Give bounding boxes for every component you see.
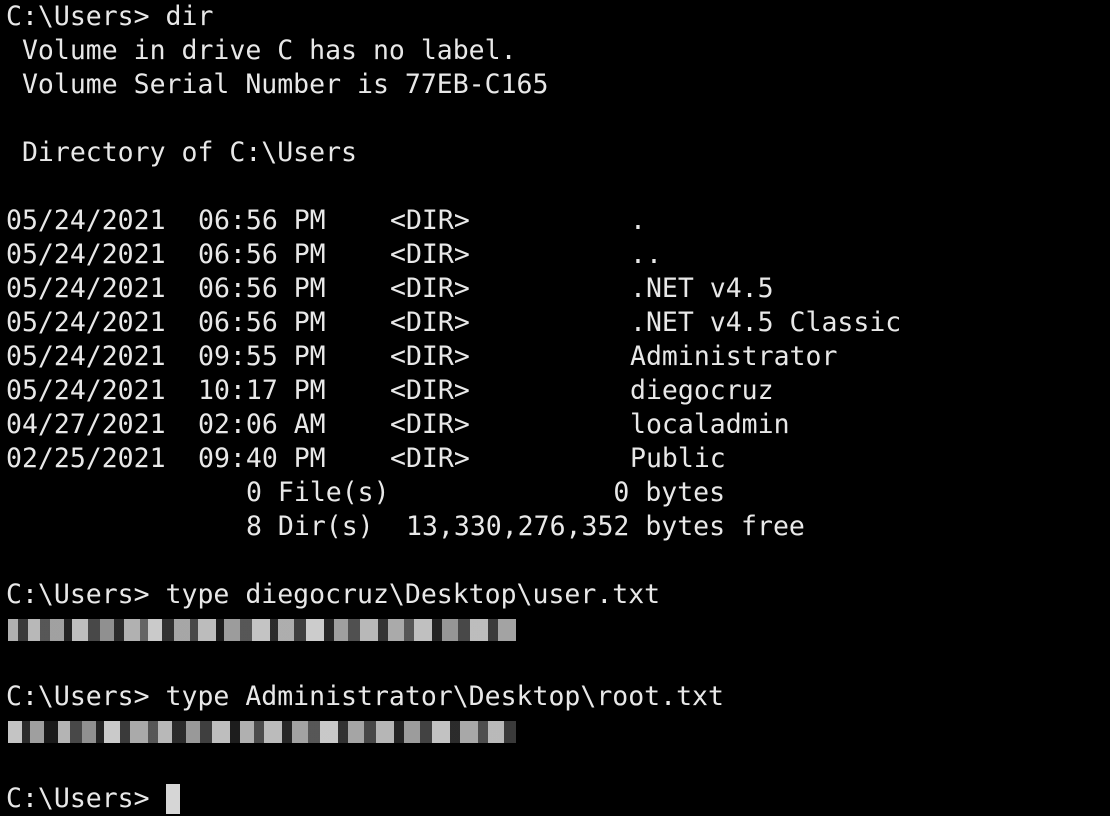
current-prompt-line[interactable]: C:\Users> [6,782,1110,816]
entry-time: 06:56 PM [198,273,326,304]
command-text: type Administrator\Desktop\root.txt [165,681,724,712]
dir-entry-row: 05/24/2021 06:56 PM <DIR> .NET v4.5 [6,272,1110,306]
pixelated-redaction [8,619,516,641]
text-cursor [165,784,180,814]
redacted-root-flag [6,714,1110,748]
dirs-free-space: 13,330,276,352 bytes free [406,511,805,542]
command-line-type-user: C:\Users> type diegocruz\Desktop\user.tx… [6,578,1110,612]
dir-entry-row: 05/24/2021 06:56 PM <DIR> .. [6,238,1110,272]
entry-type: <DIR> [390,409,470,440]
dir-entry-row: 05/24/2021 09:55 PM <DIR> Administrator [6,340,1110,374]
entry-date: 05/24/2021 [6,205,166,236]
entry-time: 10:17 PM [198,375,326,406]
entry-time: 06:56 PM [198,239,326,270]
entry-name: diegocruz [630,375,774,406]
entry-time: 09:40 PM [198,443,326,474]
dir-entry-row: 05/24/2021 06:56 PM <DIR> . [6,204,1110,238]
volume-serial-line: Volume Serial Number is 77EB-C165 [6,69,549,100]
entry-name: . [630,205,646,236]
prompt: C:\Users> [6,1,166,32]
entry-type: <DIR> [390,375,470,406]
entry-name: Administrator [630,341,838,372]
entry-name: Public [630,443,726,474]
command-line-dir: C:\Users> dir [6,0,1110,34]
prompt: C:\Users> [6,783,166,814]
entry-date: 05/24/2021 [6,239,166,270]
entry-type: <DIR> [390,443,470,474]
dir-entry-row: 05/24/2021 10:17 PM <DIR> diegocruz [6,374,1110,408]
entry-name: .. [630,239,662,270]
entry-type: <DIR> [390,205,470,236]
entry-type: <DIR> [390,341,470,372]
prompt: C:\Users> [6,681,166,712]
dir-entry-row: 02/25/2021 09:40 PM <DIR> Public [6,442,1110,476]
volume-label-line: Volume in drive C has no label. [6,35,517,66]
command-text: type diegocruz\Desktop\user.txt [165,579,661,610]
entry-type: <DIR> [390,239,470,270]
terminal-window[interactable]: C:\Users> dir Volume in drive C has no l… [0,0,1110,816]
entry-date: 05/24/2021 [6,375,166,406]
files-summary-line: 0 File(s) 0 bytes [6,476,1110,510]
dirs-summary-line: 8 Dir(s) 13,330,276,352 bytes free [6,510,1110,544]
entry-time: 06:56 PM [198,307,326,338]
dir-entry-row: 04/27/2021 02:06 AM <DIR> localadmin [6,408,1110,442]
command-text: dir [165,1,214,32]
entry-name: .NET v4.5 Classic [630,307,902,338]
files-size: 0 bytes [406,477,726,508]
files-count: 0 File(s) [246,477,390,508]
entry-date: 04/27/2021 [6,409,166,440]
entry-date: 02/25/2021 [6,443,166,474]
pixelated-redaction [8,721,516,743]
entry-name: localadmin [630,409,790,440]
directory-of-line: Directory of C:\Users [6,137,357,168]
command-line-type-root: C:\Users> type Administrator\Desktop\roo… [6,680,1110,714]
entry-time: 06:56 PM [198,205,326,236]
redacted-user-flag [6,612,1110,646]
dirs-count: 8 Dir(s) [246,511,374,542]
entry-time: 02:06 AM [198,409,326,440]
entry-name: .NET v4.5 [630,273,774,304]
dir-entry-row: 05/24/2021 06:56 PM <DIR> .NET v4.5 Clas… [6,306,1110,340]
entry-date: 05/24/2021 [6,307,166,338]
entry-date: 05/24/2021 [6,273,166,304]
entry-type: <DIR> [390,273,470,304]
entry-type: <DIR> [390,307,470,338]
entry-time: 09:55 PM [198,341,326,372]
entry-date: 05/24/2021 [6,341,166,372]
